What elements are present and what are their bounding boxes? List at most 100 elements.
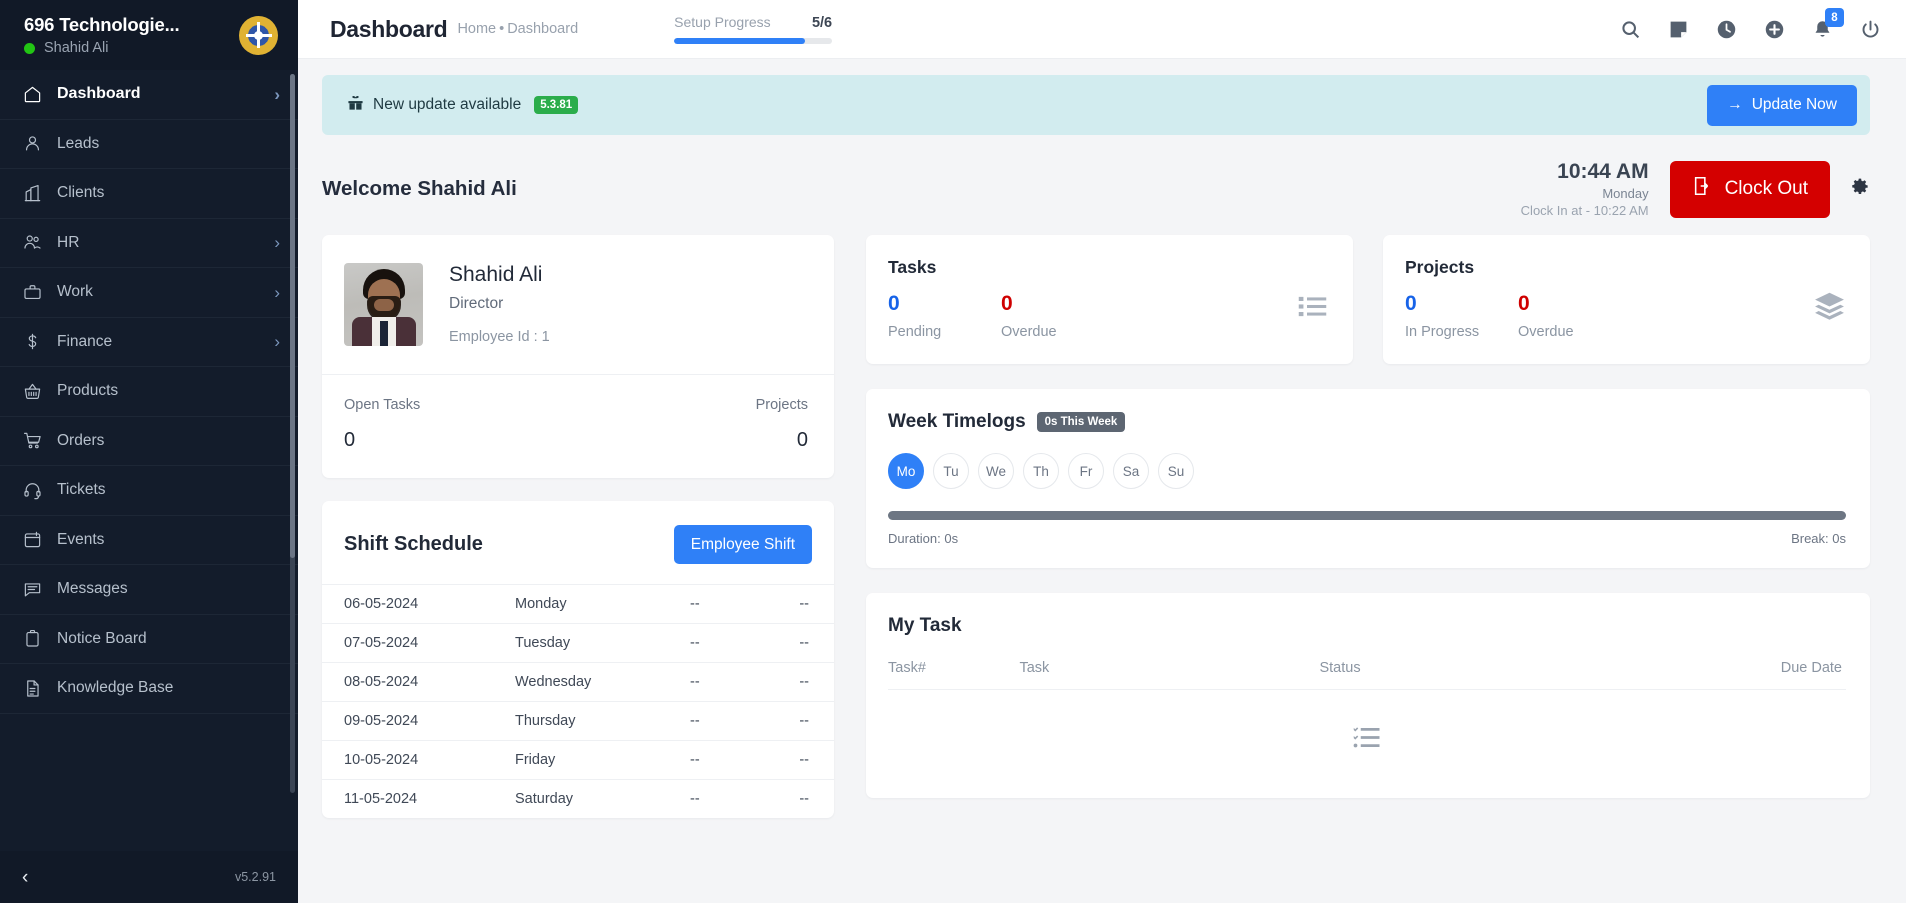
projects-overdue: 0 Overdue (1518, 293, 1631, 340)
week-day-we[interactable]: We (978, 453, 1014, 490)
dashboard-grid: Shahid Ali Director Employee Id : 1 Open… (322, 235, 1870, 819)
app-root: 696 Technologie... Shahid Ali Dashboard ›… (0, 0, 1906, 903)
brand-header[interactable]: 696 Technologie... Shahid Ali (0, 0, 298, 70)
week-day-th[interactable]: Th (1023, 453, 1059, 490)
projects-inprogress-value: 0 (1405, 292, 1417, 316)
sidebar-item-label: Events (57, 530, 105, 548)
shift-day: Tuesday (515, 623, 690, 663)
profile-stat-projects: Projects 0 (756, 397, 808, 452)
projects-card-title: Projects (1405, 257, 1475, 278)
col-due-date: Due Date (1619, 660, 1846, 691)
stat-cards-row: Tasks 0 Pending 0 Overdue Projects 0 In … (866, 235, 1870, 365)
week-day-su[interactable]: Su (1158, 453, 1194, 490)
sidebar-item-leads[interactable]: Leads (0, 120, 298, 169)
sidebar-item-knowledge-base[interactable]: Knowledge Base (0, 664, 298, 714)
setup-progress-fill (674, 38, 806, 44)
search-icon[interactable] (1618, 17, 1642, 41)
tasks-pending: 0 Pending (888, 293, 1001, 340)
update-banner-text: New update available (373, 96, 522, 113)
shift-date: 09-05-2024 (322, 701, 515, 741)
week-day-mo[interactable]: Mo (888, 453, 924, 490)
sidebar-item-hr[interactable]: HR › (0, 219, 298, 268)
sidebar-item-label: Dashboard (57, 85, 141, 103)
sidebar-item-dashboard[interactable]: Dashboard › (0, 70, 298, 120)
cart-icon (22, 430, 43, 451)
sidebar-item-events[interactable]: Events (0, 516, 298, 565)
sidebar-item-notice-board[interactable]: Notice Board (0, 615, 298, 664)
stat-label: Open Tasks (344, 397, 421, 414)
gift-icon (347, 94, 364, 116)
week-timelogs-footer: Duration: 0s Break: 0s (888, 531, 1846, 546)
week-day-selector: Mo Tu We Th Fr Sa Su (888, 453, 1846, 490)
welcome-row: Welcome Shahid Ali 10:44 AM Monday Clock… (322, 160, 1870, 218)
sidebar-footer: ‹ v5.2.91 (0, 851, 298, 903)
shift-date: 06-05-2024 (322, 584, 515, 624)
table-row: 06-05-2024 Monday -- -- (322, 584, 834, 624)
my-task-table: Task# Task Status Due Date (888, 660, 1846, 691)
sidebar-item-label: Notice Board (57, 629, 147, 647)
layers-icon (1813, 290, 1846, 328)
calendar-icon (22, 529, 43, 550)
tasks-card-numbers: 0 Pending 0 Overdue (888, 293, 1327, 340)
breadcrumb-home[interactable]: Home (457, 21, 496, 37)
logo-bar-vertical (257, 22, 260, 48)
tasks-card[interactable]: Tasks 0 Pending 0 Overdue (866, 235, 1353, 365)
clock-times: 10:44 AM Monday Clock In at - 10:22 AM (1521, 160, 1649, 218)
gear-icon[interactable] (1851, 177, 1870, 201)
week-duration: Duration: 0s (888, 531, 959, 547)
week-day-fr[interactable]: Fr (1068, 453, 1104, 490)
plus-circle-icon[interactable] (1762, 17, 1786, 41)
logo-bar-horizontal (245, 33, 272, 37)
clock-icon[interactable] (1714, 17, 1738, 41)
col-status: Status (1319, 660, 1620, 691)
profile-info: Shahid Ali Director Employee Id : 1 (449, 263, 550, 346)
shift-day: Friday (515, 740, 690, 780)
table-row: 07-05-2024 Tuesday -- -- (322, 623, 834, 663)
shift-day: Thursday (515, 701, 690, 741)
arrow-right-icon: → (1727, 96, 1743, 113)
shift-start: -- (690, 623, 780, 663)
collapse-sidebar-icon[interactable]: ‹ (22, 868, 28, 887)
setup-progress-bar (674, 38, 833, 44)
shift-end: -- (780, 623, 834, 663)
shift-day: Saturday (515, 779, 690, 819)
sidebar-item-work[interactable]: Work › (0, 268, 298, 318)
employee-shift-button[interactable]: Employee Shift (673, 525, 812, 565)
app-version: v5.2.91 (234, 870, 276, 884)
setup-progress-row: Setup Progress 5/6 (674, 14, 832, 31)
sidebar-item-clients[interactable]: Clients (0, 169, 298, 219)
shift-start: -- (690, 701, 780, 741)
tasks-pending-value: 0 (888, 292, 900, 316)
projects-overdue-value: 0 (1518, 292, 1530, 316)
brand-text: 696 Technologie... Shahid Ali (24, 14, 229, 56)
sidebar-item-products[interactable]: Products (0, 367, 298, 417)
briefcase-icon (22, 282, 43, 303)
sidebar-item-messages[interactable]: Messages (0, 565, 298, 615)
sidebar-item-label: Knowledge Base (57, 679, 174, 697)
clock-out-button[interactable]: Clock Out (1669, 160, 1830, 218)
week-day-tu[interactable]: Tu (933, 453, 969, 490)
topbar-icons: 8 (1618, 8, 1882, 41)
note-icon[interactable] (1666, 17, 1690, 41)
shift-date: 07-05-2024 (322, 623, 515, 663)
sidebar-item-orders[interactable]: Orders (0, 417, 298, 466)
current-day: Monday (1602, 186, 1649, 202)
setup-progress[interactable]: Setup Progress 5/6 (674, 14, 833, 44)
power-icon[interactable] (1858, 17, 1882, 41)
sidebar-scrollbar-thumb[interactable] (290, 74, 295, 559)
bell-icon[interactable]: 8 (1810, 8, 1844, 41)
sidebar-item-label: Finance (57, 332, 113, 350)
profile-stat-open-tasks: Open Tasks 0 (344, 397, 420, 452)
breadcrumb: Home • Dashboard (457, 21, 578, 37)
projects-card[interactable]: Projects 0 In Progress 0 Overdue (1383, 235, 1870, 365)
chevron-right-icon: › (274, 233, 280, 253)
week-timeline-bar (888, 511, 1846, 521)
avatar-chin (374, 299, 394, 312)
sidebar-item-tickets[interactable]: Tickets (0, 466, 298, 516)
week-day-sa[interactable]: Sa (1113, 453, 1149, 490)
home-icon (22, 84, 43, 105)
week-timelogs-card: Week Timelogs 0s This Week Mo Tu We Th Fr Sa S… (866, 389, 1870, 569)
sidebar-item-finance[interactable]: Finance › (0, 318, 298, 367)
update-now-button[interactable]: → Update Now (1707, 84, 1857, 126)
profile-name: Shahid Ali (449, 263, 543, 287)
